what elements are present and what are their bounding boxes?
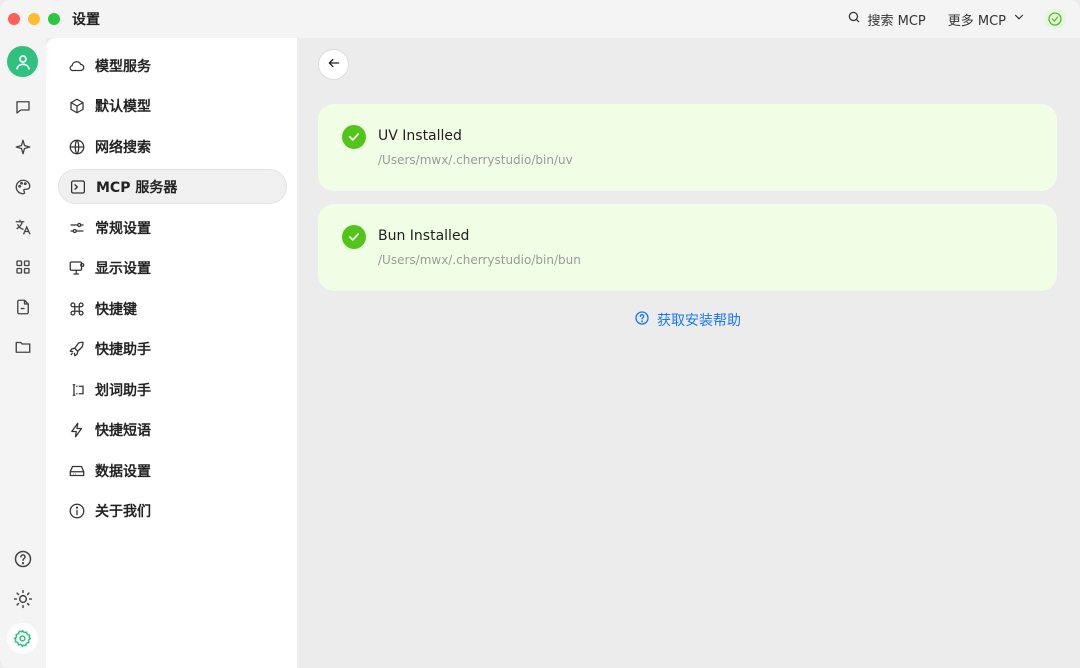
folder-icon[interactable] bbox=[11, 335, 35, 359]
theme-icon[interactable] bbox=[11, 587, 35, 611]
nav-item-data-settings[interactable]: 数据设置 bbox=[58, 453, 287, 488]
cube-icon bbox=[67, 96, 87, 116]
nav-item-quick-assistant[interactable]: 快捷助手 bbox=[58, 331, 287, 366]
nav-item-quick-phrases[interactable]: 快捷短语 bbox=[58, 412, 287, 447]
card-title: UV Installed bbox=[378, 128, 462, 144]
nav-item-about[interactable]: 关于我们 bbox=[58, 493, 287, 528]
nav-item-label: MCP 服务器 bbox=[96, 179, 178, 196]
main-content: UV Installed /Users/mwx/.cherrystudio/bi… bbox=[297, 38, 1080, 668]
install-help-label: 获取安装帮助 bbox=[657, 313, 741, 329]
search-mcp-button[interactable]: 搜索 MCP bbox=[847, 10, 926, 29]
install-help-link[interactable]: 获取安装帮助 bbox=[634, 310, 741, 330]
sparkle-icon[interactable] bbox=[11, 135, 35, 159]
chat-icon[interactable] bbox=[11, 95, 35, 119]
nav-item-general-settings[interactable]: 常规设置 bbox=[58, 210, 287, 245]
chevron-down-icon bbox=[1012, 10, 1026, 28]
bun-status-card: Bun Installed /Users/mwx/.cherrystudio/b… bbox=[318, 204, 1057, 291]
globe-icon bbox=[67, 137, 87, 157]
nav-item-label: 划词助手 bbox=[95, 382, 151, 399]
command-icon bbox=[67, 299, 87, 319]
cloud-icon bbox=[67, 56, 87, 76]
uv-status-card: UV Installed /Users/mwx/.cherrystudio/bi… bbox=[318, 104, 1057, 191]
toolbar-actions: 搜索 MCP 更多 MCP bbox=[847, 8, 1066, 30]
card-path: /Users/mwx/.cherrystudio/bin/uv bbox=[378, 153, 573, 167]
icon-rail bbox=[0, 38, 46, 668]
arrow-left-icon bbox=[327, 56, 341, 74]
nav-item-label: 快捷助手 bbox=[95, 341, 151, 358]
settings-icon[interactable] bbox=[7, 623, 38, 654]
sliders-icon bbox=[67, 218, 87, 238]
window-title: 设置 bbox=[72, 12, 100, 28]
info-icon bbox=[67, 501, 87, 521]
nav-item-label: 模型服务 bbox=[95, 58, 151, 75]
nav-item-web-search[interactable]: 网络搜索 bbox=[58, 129, 287, 164]
nav-item-label: 默认模型 bbox=[95, 98, 151, 115]
nav-item-label: 快捷键 bbox=[95, 301, 137, 318]
text-select-icon bbox=[67, 380, 87, 400]
question-circle-icon bbox=[634, 310, 650, 330]
nav-item-label: 网络搜索 bbox=[95, 139, 151, 156]
check-circle-icon bbox=[342, 125, 366, 149]
help-icon[interactable] bbox=[11, 547, 35, 571]
rocket-icon bbox=[67, 339, 87, 359]
zoom-window-button[interactable] bbox=[48, 13, 60, 25]
drive-icon bbox=[67, 461, 87, 481]
more-mcp-dropdown[interactable]: 更多 MCP bbox=[948, 10, 1026, 29]
apps-icon[interactable] bbox=[11, 255, 35, 279]
card-path: /Users/mwx/.cherrystudio/bin/bun bbox=[378, 253, 581, 267]
nav-item-display-settings[interactable]: 显示设置 bbox=[58, 250, 287, 285]
app-window: 设置 搜索 MCP 更多 MCP 模型服务 默认模型 网络搜索 MCP 服务器 … bbox=[0, 0, 1080, 668]
translate-icon[interactable] bbox=[11, 215, 35, 239]
nav-item-label: 常规设置 bbox=[95, 220, 151, 237]
nav-item-shortcuts[interactable]: 快捷键 bbox=[58, 291, 287, 326]
avatar[interactable] bbox=[7, 46, 38, 77]
nav-item-label: 数据设置 bbox=[95, 463, 151, 480]
nav-item-selection-assistant[interactable]: 划词助手 bbox=[58, 372, 287, 407]
minimize-window-button[interactable] bbox=[28, 13, 40, 25]
search-mcp-label: 搜索 MCP bbox=[867, 13, 926, 29]
title-bar: 设置 搜索 MCP 更多 MCP bbox=[0, 0, 1080, 38]
palette-icon[interactable] bbox=[11, 175, 35, 199]
more-mcp-label: 更多 MCP bbox=[947, 13, 1006, 29]
close-window-button[interactable] bbox=[8, 13, 20, 25]
check-circle-icon bbox=[342, 225, 366, 249]
document-icon[interactable] bbox=[11, 295, 35, 319]
zap-icon bbox=[67, 420, 87, 440]
card-title: Bun Installed bbox=[378, 228, 470, 244]
monitor-icon bbox=[67, 258, 87, 278]
nav-item-model-service[interactable]: 模型服务 bbox=[58, 48, 287, 83]
search-icon bbox=[847, 10, 861, 28]
status-check-icon[interactable] bbox=[1044, 8, 1066, 30]
nav-item-mcp-server[interactable]: MCP 服务器 bbox=[58, 169, 287, 204]
nav-item-default-model[interactable]: 默认模型 bbox=[58, 88, 287, 123]
nav-item-label: 显示设置 bbox=[95, 260, 151, 277]
nav-item-label: 关于我们 bbox=[95, 503, 151, 520]
settings-nav: 模型服务 默认模型 网络搜索 MCP 服务器 常规设置 显示设置 快捷键 快捷助… bbox=[46, 38, 297, 668]
nav-item-label: 快捷短语 bbox=[95, 422, 151, 439]
window-controls bbox=[8, 13, 60, 25]
back-button[interactable] bbox=[318, 49, 349, 80]
terminal-icon bbox=[68, 177, 88, 197]
